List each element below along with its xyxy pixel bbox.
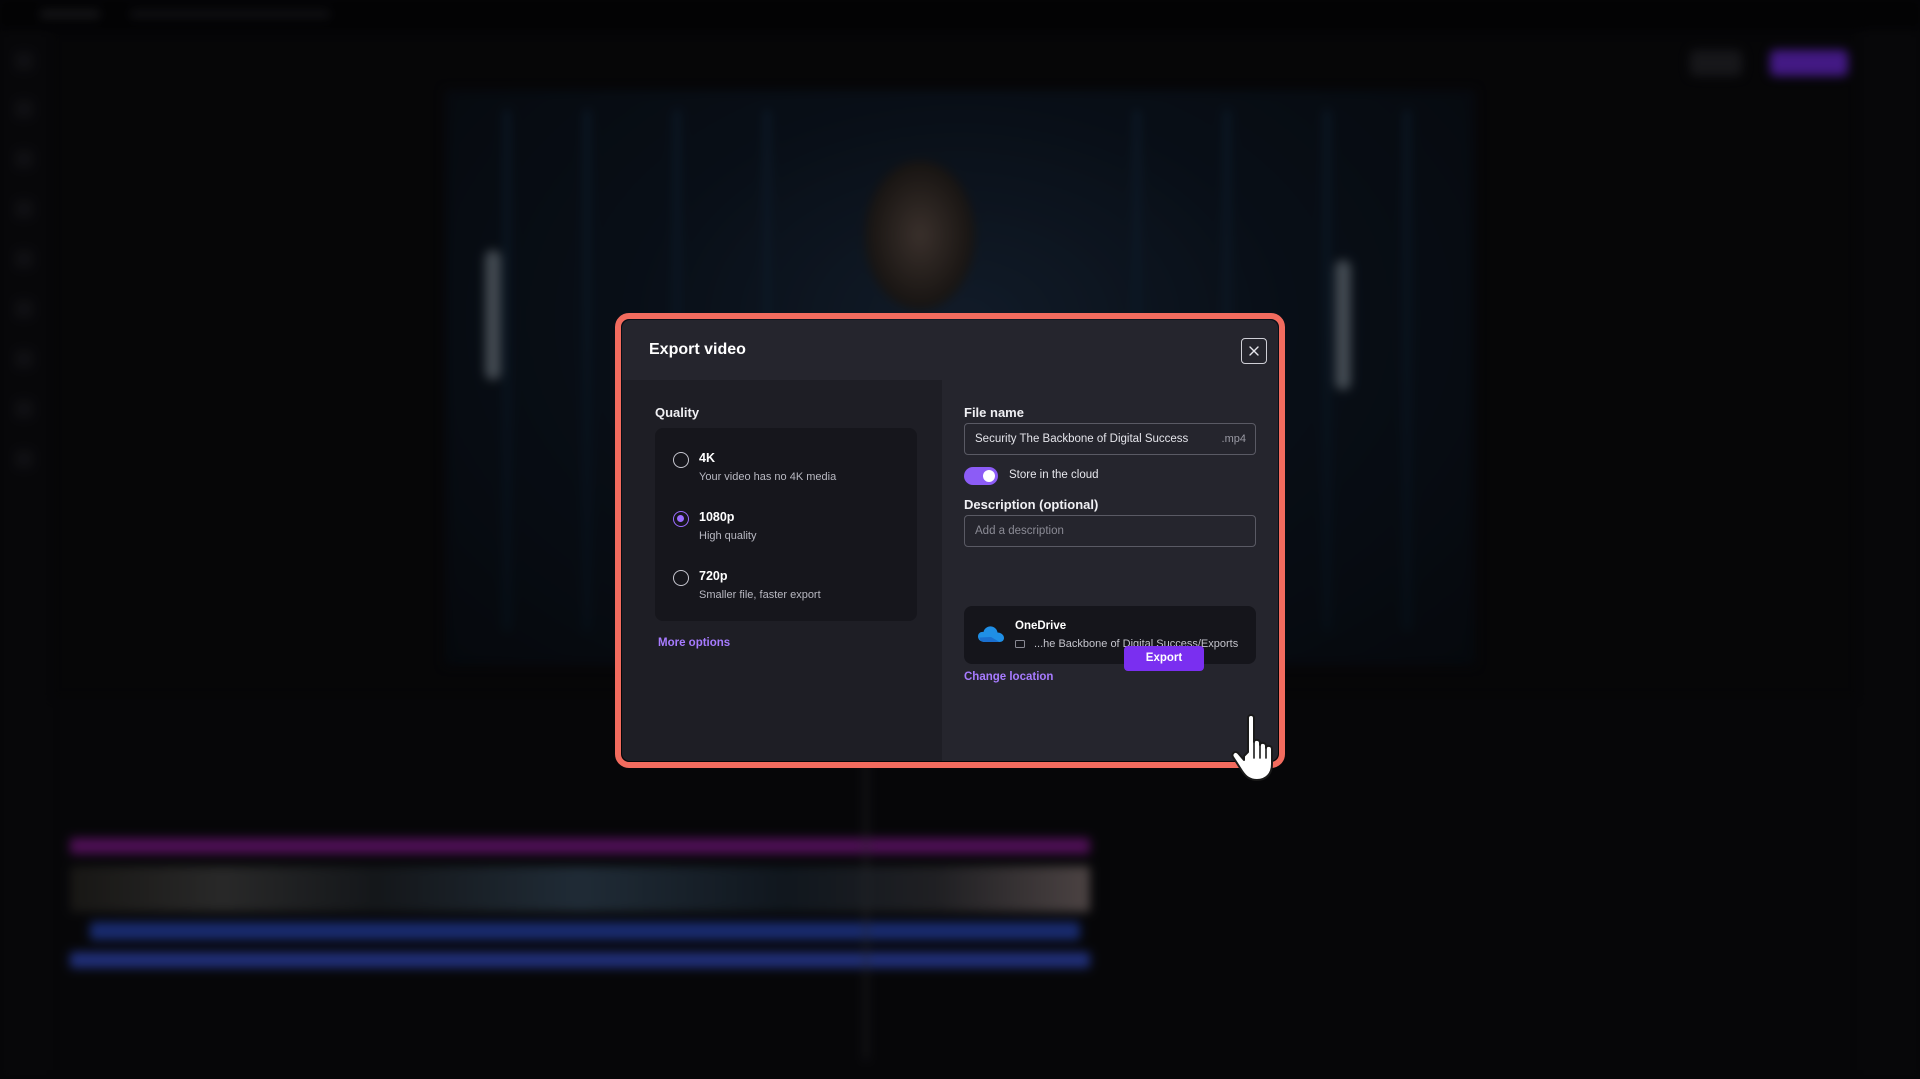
file-name-label: File name bbox=[964, 405, 1024, 420]
file-pane: File name Security The Backbone of Digit… bbox=[942, 380, 1278, 761]
close-icon bbox=[1249, 346, 1259, 356]
store-in-cloud-label: Store in the cloud bbox=[1009, 469, 1099, 481]
more-options-link[interactable]: More options bbox=[658, 637, 730, 649]
quality-option-subtitle: Your video has no 4K media bbox=[699, 471, 837, 483]
close-button[interactable] bbox=[1241, 338, 1267, 364]
quality-option-subtitle: Smaller file, faster export bbox=[699, 589, 821, 601]
radio-4k[interactable] bbox=[673, 452, 689, 468]
radio-1080p[interactable] bbox=[673, 511, 689, 527]
description-label: Description (optional) bbox=[964, 497, 1099, 512]
quality-option-subtitle: High quality bbox=[699, 530, 757, 542]
quality-option-title: 720p bbox=[699, 569, 728, 583]
folder-icon bbox=[1015, 640, 1025, 648]
quality-option-title: 4K bbox=[699, 451, 715, 465]
description-placeholder: Add a description bbox=[975, 525, 1064, 537]
quality-options: 4K Your video has no 4K media 1080p High… bbox=[655, 428, 917, 621]
save-location-card: OneDrive ...he Backbone of Digital Succe… bbox=[964, 606, 1256, 664]
radio-720p[interactable] bbox=[673, 570, 689, 586]
onedrive-cloud-icon bbox=[978, 626, 1004, 642]
dialog-title: Export video bbox=[649, 341, 746, 358]
file-extension: .mp4 bbox=[1221, 433, 1246, 445]
quality-pane: Quality 4K Your video has no 4K media 10… bbox=[622, 380, 942, 761]
description-input[interactable]: Add a description bbox=[964, 515, 1256, 547]
dialog-header: Export video bbox=[622, 320, 1278, 380]
toggle-knob bbox=[983, 470, 995, 482]
onedrive-title: OneDrive bbox=[1015, 620, 1067, 632]
hand-cursor-icon bbox=[1231, 714, 1273, 781]
export-button[interactable]: Export bbox=[1124, 646, 1204, 671]
export-dialog: Export video Quality 4K Your video has n… bbox=[622, 320, 1278, 761]
quality-option-4k[interactable]: 4K Your video has no 4K media bbox=[673, 448, 903, 498]
quality-label: Quality bbox=[655, 405, 700, 420]
quality-option-title: 1080p bbox=[699, 510, 735, 524]
store-in-cloud-toggle[interactable] bbox=[964, 467, 998, 485]
quality-option-720p[interactable]: 720p Smaller file, faster export bbox=[673, 566, 903, 616]
quality-option-1080p[interactable]: 1080p High quality bbox=[673, 507, 903, 557]
file-name-value: Security The Backbone of Digital Success bbox=[975, 433, 1189, 445]
file-name-input[interactable]: Security The Backbone of Digital Success… bbox=[964, 423, 1256, 455]
change-location-link[interactable]: Change location bbox=[964, 671, 1053, 683]
